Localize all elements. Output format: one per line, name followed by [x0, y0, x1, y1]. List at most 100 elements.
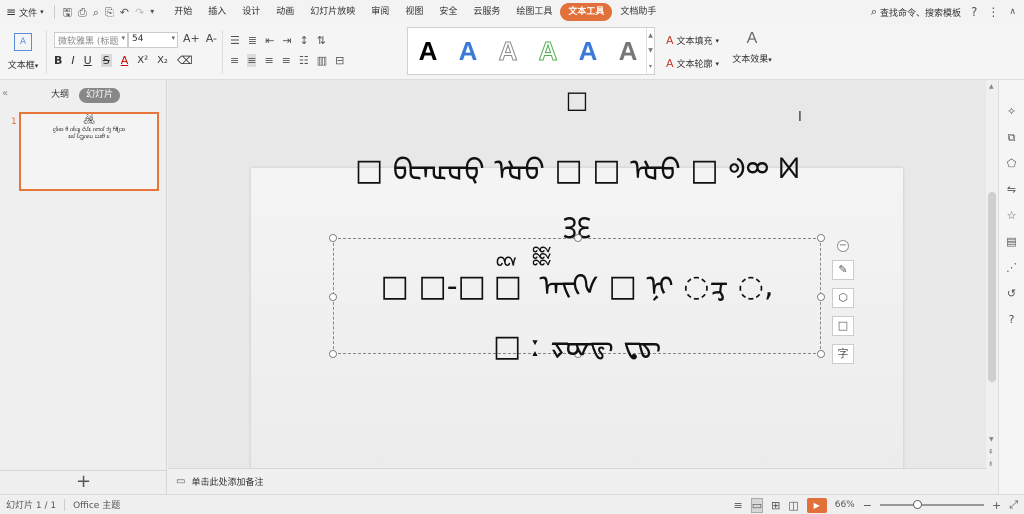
collapse-toolbar-icon[interactable]: − [837, 240, 849, 252]
shrink-font-button[interactable]: A- [206, 32, 217, 45]
help-icon[interactable]: ? [1004, 312, 1020, 328]
columns-icon[interactable]: ▥ [317, 54, 327, 67]
resize-handle[interactable] [329, 234, 337, 242]
pen-icon[interactable]: ✎ [832, 260, 854, 280]
tab-design[interactable]: 设计 [234, 3, 268, 21]
slide-text-line[interactable]: □ ː ᢌᢍᢎ ᢏᢐ [168, 312, 986, 365]
export-pdf-icon[interactable]: ⎘ [105, 7, 114, 18]
tab-outline[interactable]: 大纲 [44, 88, 76, 103]
scroll-down-icon[interactable]: ▼ [989, 436, 994, 443]
text-style-black[interactable]: A [408, 31, 448, 71]
font-color-button[interactable]: A [121, 54, 129, 67]
resize-handle[interactable] [574, 234, 582, 242]
scroll-thumb[interactable] [988, 192, 996, 382]
reading-view-icon[interactable]: ◫ [788, 499, 798, 512]
text-effect-button[interactable]: A 文本效果▾ [728, 30, 776, 65]
tab-slides[interactable]: 幻灯片 [79, 88, 121, 103]
play-slideshow-button[interactable]: ▶ [806, 497, 827, 513]
font-name-select[interactable]: 微软雅黑 (标题 ▾ [54, 32, 128, 48]
tab-slideshow[interactable]: 幻灯片放映 [302, 3, 363, 21]
superscript-button[interactable]: X² [137, 55, 148, 66]
text-outline-button[interactable]: A 文本轮廓 ▾ [666, 57, 719, 70]
bullet-list-icon[interactable]: ☰ [230, 34, 240, 47]
expand-icon[interactable]: ▾ [649, 63, 652, 70]
slide-thumbnail[interactable]: ᬉ᭄ᬧ᭄ᬭ᭄ᬢᬶ ᬫᬵᬲ ᦓᦑᦎ ᦲ ᦵᦑᦻ ᦺᦔᦸ ᦵᦂ᧞ ᦁ ᦆᧀᦉ ᦸ᧞ … [19, 112, 159, 191]
more-dots-icon[interactable]: ⋮ [987, 5, 999, 19]
text-direction-icon[interactable]: ⇅ [317, 34, 326, 47]
copy-icon[interactable]: ⧉ [1004, 130, 1020, 146]
next-page-icon[interactable]: ⇟ [988, 460, 994, 468]
scroll-up-icon[interactable]: ▲ [989, 83, 994, 90]
archive-icon[interactable]: ▤ [1004, 234, 1020, 250]
share-icon[interactable]: ⋰ [1004, 260, 1020, 276]
slide-canvas[interactable]: □ □ ᡋᡄᡅᡆᡇ ᡈᡉ □ □ ᡈᡉ □ ᢀᢁ ᢂ ᢃᢄ □ □-□ ᢅ□ ᢆ… [168, 80, 986, 468]
tab-security[interactable]: 安全 [431, 3, 465, 21]
tab-review[interactable]: 审阅 [363, 3, 397, 21]
frame-icon[interactable]: □ [832, 316, 854, 336]
zoom-level[interactable]: 66% [835, 500, 855, 510]
file-menu[interactable]: ≡ 文件 ▾ [0, 0, 50, 24]
tab-cloud[interactable]: 云服务 [465, 3, 508, 21]
text-format-icon[interactable]: 字 [832, 344, 854, 364]
print-preview-icon[interactable]: ⌕ [93, 7, 99, 18]
collapse-ribbon-icon[interactable]: ∧ [1009, 7, 1016, 17]
collapse-panel-icon[interactable]: « [2, 88, 8, 99]
tab-view[interactable]: 视图 [397, 3, 431, 21]
text-style-outline-green[interactable]: A [528, 31, 568, 71]
tab-text-tools[interactable]: 文本工具 [560, 3, 613, 21]
zoom-out-icon[interactable]: − [863, 499, 872, 512]
save-icon[interactable]: 🖫 [63, 7, 72, 18]
chevron-down-icon[interactable]: ▼ [648, 47, 653, 54]
undo-icon[interactable]: ↶ [120, 7, 129, 18]
justify-icon[interactable]: ≡ [282, 54, 291, 67]
redo-icon[interactable]: ↷ [135, 7, 144, 18]
magic-icon[interactable]: ✧ [1004, 104, 1020, 120]
grow-font-button[interactable]: A+ [183, 32, 200, 45]
shapes-icon[interactable]: ⬠ [1004, 156, 1020, 172]
italic-button[interactable]: I [71, 54, 74, 67]
tab-home[interactable]: 开始 [166, 3, 200, 21]
history-icon[interactable]: ↺ [1004, 286, 1020, 302]
line-spacing-icon[interactable]: ↕ [300, 34, 309, 47]
help-icon[interactable]: ? [971, 5, 977, 19]
subscript-button[interactable]: X₂ [157, 55, 168, 66]
command-search[interactable]: ⌕ 查找命令、搜索模板 [871, 5, 961, 19]
text-style-outline-gray[interactable]: A [488, 31, 528, 71]
star-icon[interactable]: ☆ [1004, 208, 1020, 224]
strikethrough-button[interactable]: S [100, 54, 112, 67]
text-style-blue[interactable]: A [448, 31, 488, 71]
bold-button[interactable]: B [54, 54, 62, 67]
underline-button[interactable]: U [84, 54, 92, 67]
decrease-indent-icon[interactable]: ⇤ [265, 34, 274, 47]
numbered-list-icon[interactable]: ≣ [248, 34, 257, 47]
print-icon[interactable]: ⎙ [78, 7, 87, 18]
chevron-up-icon[interactable]: ▲ [648, 32, 653, 39]
properties-icon[interactable]: ⇋ [1004, 182, 1020, 198]
text-style-gray[interactable]: A [608, 31, 648, 71]
distribute-icon[interactable]: ☷ [299, 54, 309, 67]
more-icon[interactable]: ▾ [150, 8, 154, 16]
notes-bar[interactable]: ▭ 单击此处添加备注 [168, 468, 986, 494]
resize-handle[interactable] [817, 234, 825, 242]
zoom-in-icon[interactable]: + [992, 499, 1001, 512]
slide-text-line[interactable]: □ □-□ ᢅ□ ᢆ ᢇᢈᢉ □ ᢊ ◌ᢋ ◌, [168, 252, 986, 305]
slide-sorter-icon[interactable]: ⊞ [771, 499, 780, 512]
text-fill-button[interactable]: A 文本填充 ▾ [666, 34, 719, 47]
align-left-icon[interactable]: ≡ [230, 54, 239, 67]
align-right-icon[interactable]: ≡ [264, 54, 273, 67]
fit-window-icon[interactable]: ⤢ [1009, 498, 1018, 512]
align-center-icon[interactable]: ≡ [247, 54, 257, 67]
fill-icon[interactable]: ⬡ [832, 288, 854, 308]
tab-animation[interactable]: 动画 [268, 3, 302, 21]
textbox-button[interactable]: A 文本框▾ [4, 28, 42, 76]
increase-indent-icon[interactable]: ⇥ [282, 34, 291, 47]
normal-view-icon[interactable]: ▭ [750, 497, 764, 513]
tab-insert[interactable]: 插入 [200, 3, 234, 21]
vertical-align-icon[interactable]: ⊟ [335, 54, 344, 67]
add-slide-button[interactable]: + [0, 470, 167, 494]
tab-drawing-tools[interactable]: 绘图工具 [508, 3, 560, 21]
zoom-slider[interactable] [879, 500, 984, 510]
clear-format-icon[interactable]: ⌫ [177, 54, 193, 67]
tab-doc-assistant[interactable]: 文档助手 [612, 3, 664, 21]
prev-page-icon[interactable]: ⇞ [988, 448, 994, 456]
